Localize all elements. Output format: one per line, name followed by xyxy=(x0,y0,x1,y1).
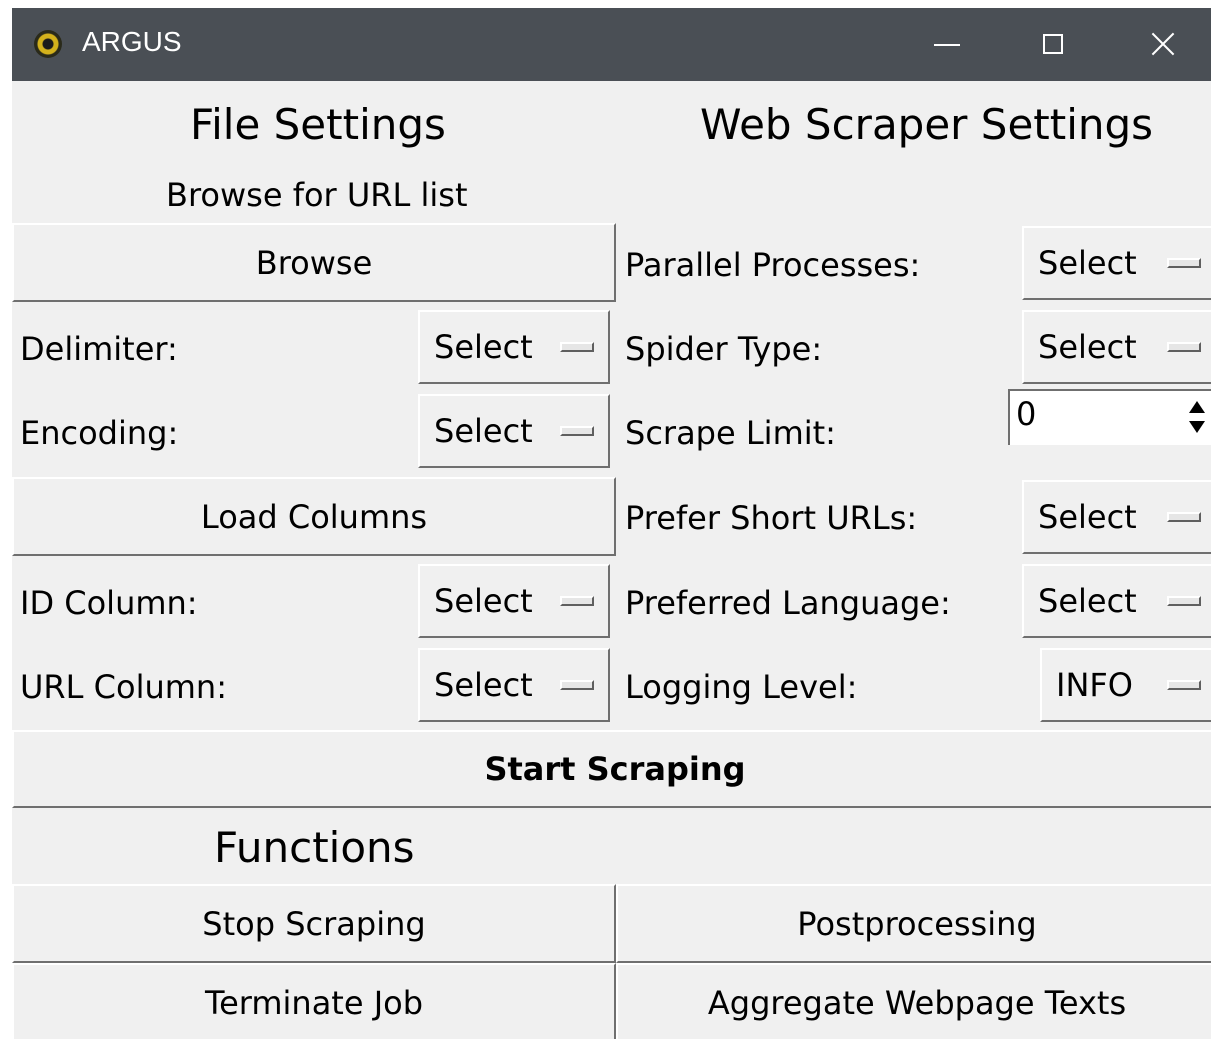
url-column-select[interactable]: Select xyxy=(418,648,610,722)
option-menu-indicator-icon xyxy=(560,426,594,436)
encoding-select[interactable]: Select xyxy=(418,394,610,468)
option-menu-indicator-icon xyxy=(560,596,594,606)
option-menu-indicator-icon xyxy=(1167,258,1201,268)
spider-type-select[interactable]: Select xyxy=(1022,310,1211,384)
arrow-up-icon[interactable] xyxy=(1189,401,1205,413)
prefer-short-urls-select-value: Select xyxy=(1038,498,1137,536)
postprocessing-button[interactable]: Postprocessing xyxy=(616,884,1211,963)
preferred-language-select-value: Select xyxy=(1038,582,1137,620)
encoding-label: Encoding: xyxy=(20,414,179,452)
option-menu-indicator-icon xyxy=(560,342,594,352)
option-menu-indicator-icon xyxy=(1167,512,1201,522)
prefer-short-urls-select[interactable]: Select xyxy=(1022,480,1211,554)
scrape-limit-spinbox[interactable]: 0 xyxy=(1008,389,1211,445)
option-menu-indicator-icon xyxy=(1167,680,1201,690)
aggregate-webpage-texts-button[interactable]: Aggregate Webpage Texts xyxy=(616,963,1211,1039)
scrape-limit-label: Scrape Limit: xyxy=(625,414,836,452)
functions-heading: Functions xyxy=(214,823,415,872)
eye-icon xyxy=(34,30,62,58)
preferred-language-select[interactable]: Select xyxy=(1022,564,1211,638)
web-scraper-settings-heading: Web Scraper Settings xyxy=(700,100,1154,149)
parallel-processes-select-value: Select xyxy=(1038,244,1137,282)
stop-scraping-button[interactable]: Stop Scraping xyxy=(12,884,616,963)
preferred-language-label: Preferred Language: xyxy=(625,584,951,622)
delimiter-select-value: Select xyxy=(434,328,533,366)
app-window: ARGUS File Settings Browse for URL list … xyxy=(12,8,1211,1039)
url-column-select-value: Select xyxy=(434,666,533,704)
id-column-select[interactable]: Select xyxy=(418,564,610,638)
close-icon[interactable] xyxy=(1113,8,1211,81)
title-bar[interactable]: ARGUS xyxy=(12,8,1211,81)
logging-level-select[interactable]: INFO xyxy=(1040,648,1211,722)
option-menu-indicator-icon xyxy=(560,680,594,690)
browse-caption: Browse for URL list xyxy=(166,176,468,214)
scrape-limit-value: 0 xyxy=(1016,395,1037,433)
parallel-processes-select[interactable]: Select xyxy=(1022,226,1211,300)
option-menu-indicator-icon xyxy=(1167,596,1201,606)
minimize-icon[interactable] xyxy=(897,8,997,81)
url-column-label: URL Column: xyxy=(20,668,227,706)
parallel-processes-label: Parallel Processes: xyxy=(625,246,921,284)
browse-button[interactable]: Browse xyxy=(12,223,616,302)
spider-type-label: Spider Type: xyxy=(625,330,823,368)
arrow-down-icon[interactable] xyxy=(1189,421,1205,433)
load-columns-button[interactable]: Load Columns xyxy=(12,477,616,556)
spinbox-arrows[interactable] xyxy=(1185,395,1205,439)
file-settings-heading: File Settings xyxy=(190,100,446,149)
delimiter-label: Delimiter: xyxy=(20,330,178,368)
logging-level-select-value: INFO xyxy=(1056,666,1133,704)
logging-level-label: Logging Level: xyxy=(625,668,858,706)
start-scraping-button[interactable]: Start Scraping xyxy=(12,730,1211,808)
delimiter-select[interactable]: Select xyxy=(418,310,610,384)
id-column-select-value: Select xyxy=(434,582,533,620)
prefer-short-urls-label: Prefer Short URLs: xyxy=(625,499,918,537)
spider-type-select-value: Select xyxy=(1038,328,1137,366)
window-title: ARGUS xyxy=(82,26,182,57)
terminate-job-button[interactable]: Terminate Job xyxy=(12,963,616,1039)
id-column-label: ID Column: xyxy=(20,584,198,622)
maximize-icon[interactable] xyxy=(1005,8,1105,81)
option-menu-indicator-icon xyxy=(1167,342,1201,352)
encoding-select-value: Select xyxy=(434,412,533,450)
